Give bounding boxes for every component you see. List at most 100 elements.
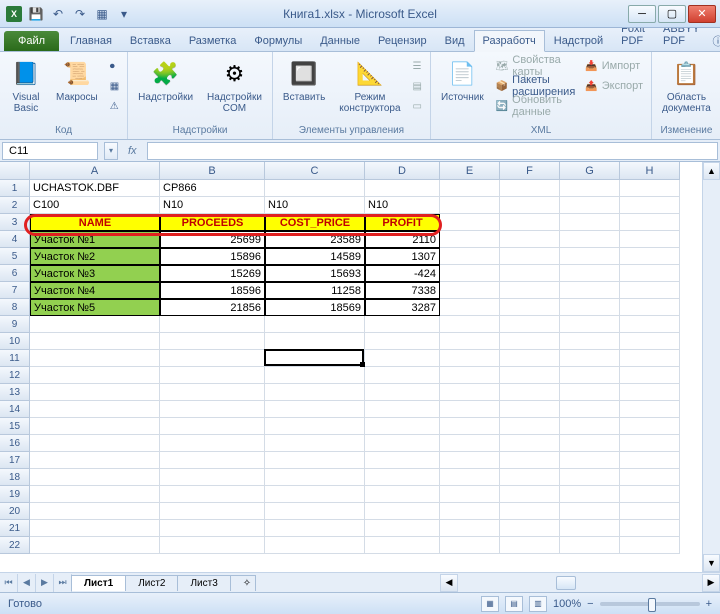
cell-D13[interactable] (365, 384, 440, 401)
zoom-level[interactable]: 100% (553, 598, 581, 610)
cell-A17[interactable] (30, 452, 160, 469)
cell-C17[interactable] (265, 452, 365, 469)
row-header-15[interactable]: 15 (0, 418, 30, 435)
cell-C20[interactable] (265, 503, 365, 520)
cell-F6[interactable] (500, 265, 560, 282)
tab-addins[interactable]: Надстрой (545, 30, 612, 51)
row-header-5[interactable]: 5 (0, 248, 30, 265)
cell-F10[interactable] (500, 333, 560, 350)
row-header-22[interactable]: 22 (0, 537, 30, 554)
cell-G22[interactable] (560, 537, 620, 554)
cell-B3[interactable]: PROCEEDS (160, 214, 265, 231)
cell-A2[interactable]: C100 (30, 197, 160, 214)
macros-button[interactable]: 📜Макросы (52, 56, 102, 105)
cell-B12[interactable] (160, 367, 265, 384)
cell-E22[interactable] (440, 537, 500, 554)
cell-H17[interactable] (620, 452, 680, 469)
cell-E17[interactable] (440, 452, 500, 469)
cell-E6[interactable] (440, 265, 500, 282)
cell-C12[interactable] (265, 367, 365, 384)
select-all-corner[interactable] (0, 162, 30, 180)
cell-B9[interactable] (160, 316, 265, 333)
qat-print-icon[interactable]: ▦ (92, 4, 112, 24)
design-mode-button[interactable]: 📐Режим конструктора (335, 56, 404, 116)
cell-F14[interactable] (500, 401, 560, 418)
cell-D20[interactable] (365, 503, 440, 520)
cell-D22[interactable] (365, 537, 440, 554)
fx-button[interactable]: fx (124, 145, 141, 157)
cell-D8[interactable]: 3287 (365, 299, 440, 316)
cell-G13[interactable] (560, 384, 620, 401)
cell-C13[interactable] (265, 384, 365, 401)
cell-F13[interactable] (500, 384, 560, 401)
col-header-B[interactable]: B (160, 162, 265, 180)
macro-security-icon[interactable]: ⚠ (108, 96, 121, 116)
tab-review[interactable]: Рецензир (369, 30, 436, 51)
cell-C1[interactable] (265, 180, 365, 197)
cell-H5[interactable] (620, 248, 680, 265)
cell-D6[interactable]: -424 (365, 265, 440, 282)
cell-B20[interactable] (160, 503, 265, 520)
formula-input[interactable] (147, 142, 718, 160)
cell-E20[interactable] (440, 503, 500, 520)
cell-G11[interactable] (560, 350, 620, 367)
row-header-20[interactable]: 20 (0, 503, 30, 520)
row-header-6[interactable]: 6 (0, 265, 30, 282)
cell-D4[interactable]: 2110 (365, 231, 440, 248)
cell-B21[interactable] (160, 520, 265, 537)
cell-E11[interactable] (440, 350, 500, 367)
tab-data[interactable]: Данные (311, 30, 369, 51)
col-header-C[interactable]: C (265, 162, 365, 180)
cell-A4[interactable]: Участок №1 (30, 231, 160, 248)
cell-A19[interactable] (30, 486, 160, 503)
row-header-18[interactable]: 18 (0, 469, 30, 486)
cell-E15[interactable] (440, 418, 500, 435)
cell-B8[interactable]: 21856 (160, 299, 265, 316)
row-header-11[interactable]: 11 (0, 350, 30, 367)
cell-B11[interactable] (160, 350, 265, 367)
com-addins-button[interactable]: ⚙Надстройки COM (203, 56, 266, 116)
cell-H19[interactable] (620, 486, 680, 503)
cell-E19[interactable] (440, 486, 500, 503)
sheet-nav-prev[interactable]: ◀ (18, 574, 36, 592)
cell-D18[interactable] (365, 469, 440, 486)
cell-C5[interactable]: 14589 (265, 248, 365, 265)
cell-B14[interactable] (160, 401, 265, 418)
sheet-nav-first[interactable]: ⏮ (0, 574, 18, 592)
row-header-16[interactable]: 16 (0, 435, 30, 452)
cell-C9[interactable] (265, 316, 365, 333)
row-header-12[interactable]: 12 (0, 367, 30, 384)
cell-B7[interactable]: 18596 (160, 282, 265, 299)
sheet-nav-last[interactable]: ⏭ (54, 574, 72, 592)
export-button[interactable]: 📤 Экспорт (583, 76, 645, 96)
cell-G6[interactable] (560, 265, 620, 282)
cell-C16[interactable] (265, 435, 365, 452)
cell-C19[interactable] (265, 486, 365, 503)
cell-D21[interactable] (365, 520, 440, 537)
cell-F11[interactable] (500, 350, 560, 367)
visual-basic-button[interactable]: 📘Visual Basic (6, 56, 46, 116)
col-header-A[interactable]: A (30, 162, 160, 180)
cell-D3[interactable]: PROFIT (365, 214, 440, 231)
cell-A7[interactable]: Участок №4 (30, 282, 160, 299)
addins-button[interactable]: 🧩Надстройки (134, 56, 197, 105)
cell-F5[interactable] (500, 248, 560, 265)
source-button[interactable]: 📄Источник (437, 56, 488, 105)
cell-A6[interactable]: Участок №3 (30, 265, 160, 282)
cell-H12[interactable] (620, 367, 680, 384)
cell-G19[interactable] (560, 486, 620, 503)
cell-F1[interactable] (500, 180, 560, 197)
zoom-out-button[interactable]: − (587, 598, 593, 610)
cell-F7[interactable] (500, 282, 560, 299)
zoom-in-button[interactable]: + (706, 598, 712, 610)
cell-H1[interactable] (620, 180, 680, 197)
cell-E8[interactable] (440, 299, 500, 316)
cell-D10[interactable] (365, 333, 440, 350)
cell-H9[interactable] (620, 316, 680, 333)
cell-G12[interactable] (560, 367, 620, 384)
cell-E10[interactable] (440, 333, 500, 350)
view-code-button[interactable]: ▤ (411, 76, 424, 96)
cell-A15[interactable] (30, 418, 160, 435)
cell-E9[interactable] (440, 316, 500, 333)
cell-B19[interactable] (160, 486, 265, 503)
